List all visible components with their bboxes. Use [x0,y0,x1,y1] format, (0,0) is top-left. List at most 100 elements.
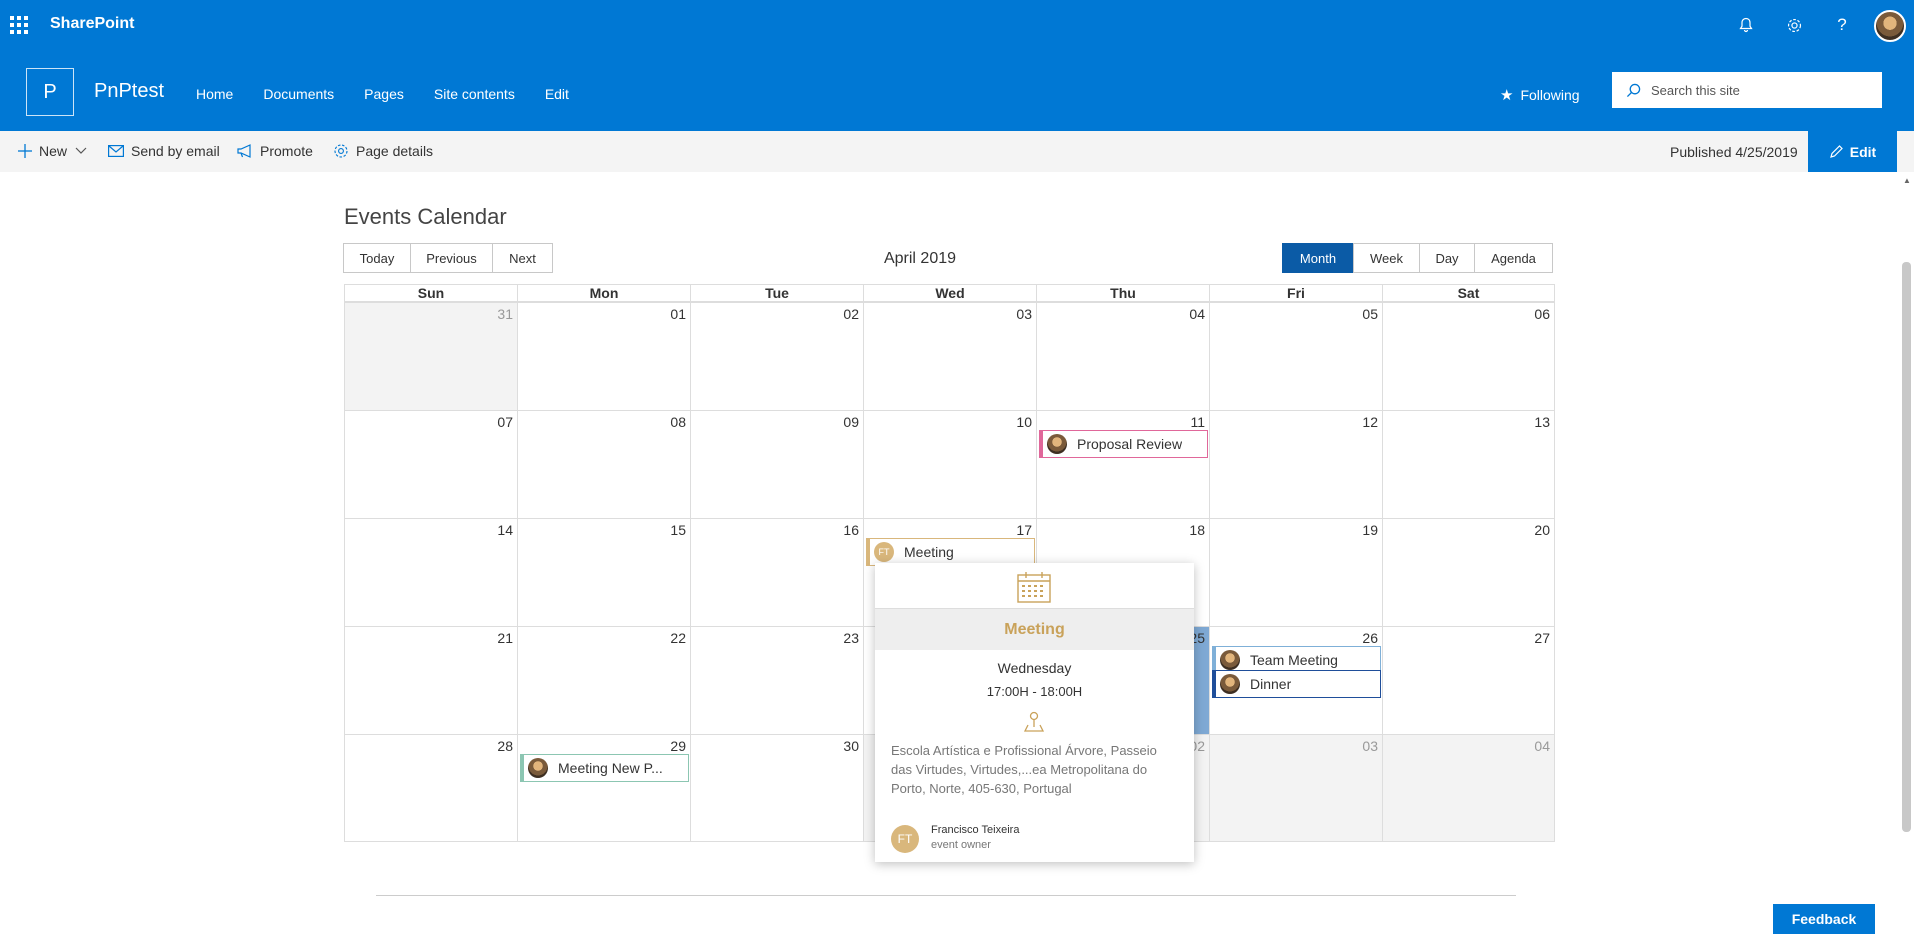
day-number: 19 [1362,522,1378,538]
view-week-button[interactable]: Week [1353,243,1420,273]
nav-home[interactable]: Home [196,86,233,102]
calendar-day-cell[interactable]: 21 [344,626,517,734]
search-box[interactable] [1612,72,1882,108]
calendar-day-cell[interactable]: 28 [344,734,517,842]
weekday-header: Sun Mon Tue Wed Thu Fri Sat [344,284,1556,302]
weekday-wed: Wed [863,284,1036,302]
calendar-day-cell[interactable]: 08 [517,410,690,518]
nav-site-contents[interactable]: Site contents [434,86,515,102]
calendar-day-cell[interactable]: 22 [517,626,690,734]
day-number: 12 [1362,414,1378,430]
calendar-event[interactable]: FT Meeting [866,538,1035,566]
search-icon [1626,83,1641,97]
day-number: 08 [670,414,686,430]
suite-bar: SharePoint ? [0,0,1914,50]
day-number: 13 [1534,414,1550,430]
site-title[interactable]: PnPtest [94,80,164,103]
nav-documents[interactable]: Documents [263,86,334,102]
nav-pages[interactable]: Pages [364,86,404,102]
day-number: 05 [1362,306,1378,322]
search-input[interactable] [1651,82,1861,98]
calendar-event[interactable]: Proposal Review [1039,430,1208,458]
calendar-day-cell[interactable]: 15 [517,518,690,626]
calendar-day-cell[interactable]: 06 [1382,302,1555,410]
day-number: 10 [1016,414,1032,430]
weekday-mon: Mon [517,284,690,302]
calendar-day-cell[interactable]: 09 [690,410,863,518]
calendar-day-cell[interactable]: 23 [690,626,863,734]
calendar-day-cell[interactable]: 12 [1209,410,1382,518]
calendar-event[interactable]: Dinner [1212,670,1381,698]
star-icon: ★ [1500,87,1514,104]
calendar-month-label: April 2019 [883,250,957,267]
previous-button[interactable]: Previous [410,243,493,273]
feedback-button[interactable]: Feedback [1773,904,1875,934]
calendar-day-cell[interactable]: 13 [1382,410,1555,518]
calendar-day-cell[interactable]: 04 [1382,734,1555,842]
today-button[interactable]: Today [343,243,411,273]
new-label: New [39,143,68,159]
view-agenda-button[interactable]: Agenda [1474,243,1553,273]
send-label: Send by email [131,143,220,159]
calendar-day-cell[interactable]: 01 [517,302,690,410]
calendar-day-cell[interactable]: 29 Meeting New P... [517,734,690,842]
calendar-day-cell[interactable]: 03 [863,302,1036,410]
calendar-day-cell[interactable]: 27 [1382,626,1555,734]
app-name[interactable]: SharePoint [50,15,134,33]
calendar-view-group: Month Week Day Agenda [1282,243,1553,273]
calendar-day-cell[interactable]: 19 [1209,518,1382,626]
day-number: 16 [843,522,859,538]
user-avatar[interactable] [1874,10,1906,42]
calendar-day-cell[interactable]: 11 Proposal Review [1036,410,1209,518]
calendar-nav-group: Today Previous Next [343,243,553,273]
calendar-title: Events Calendar [344,204,507,229]
calendar-day-cell[interactable]: 07 [344,410,517,518]
help-icon[interactable]: ? [1829,12,1855,38]
gear-icon[interactable] [1781,12,1807,38]
day-number: 03 [1362,738,1378,754]
day-number: 20 [1534,522,1550,538]
calendar-day-cell[interactable]: 26 Team Meeting Dinner [1209,626,1382,734]
new-button[interactable]: New [18,143,94,159]
calendar-day-cell[interactable]: 31 [344,302,517,410]
view-month-button[interactable]: Month [1282,243,1354,273]
send-by-email-button[interactable]: Send by email [108,143,220,159]
command-bar: New Send by email Promote Page details P… [0,131,1914,172]
plus-icon [18,144,32,158]
page-details-button[interactable]: Page details [333,143,433,159]
calendar-day-cell[interactable]: 02 [690,302,863,410]
pencil-icon [1829,144,1843,158]
following-button[interactable]: ★ Following [1500,86,1580,104]
view-day-button[interactable]: Day [1419,243,1475,273]
weekday-thu: Thu [1036,284,1209,302]
event-title: Meeting New P... [558,760,663,776]
waffle-icon[interactable] [10,16,28,34]
megaphone-icon [237,144,251,158]
promote-button[interactable]: Promote [237,143,313,159]
bell-icon[interactable] [1733,12,1759,38]
calendar-day-cell[interactable]: 16 [690,518,863,626]
nav-edit[interactable]: Edit [545,86,569,102]
popup-day: Wednesday [997,660,1072,676]
calendar-day-cell[interactable]: 03 [1209,734,1382,842]
calendar-day-cell[interactable]: 20 [1382,518,1555,626]
calendar-event[interactable]: Meeting New P... [520,754,689,782]
weekday-fri: Fri [1209,284,1382,302]
calendar-day-cell[interactable]: 30 [690,734,863,842]
scrollbar-thumb[interactable] [1902,262,1911,832]
day-number: 14 [497,522,513,538]
next-button[interactable]: Next [492,243,553,273]
calendar-day-cell[interactable]: 05 [1209,302,1382,410]
event-owner-avatar [528,758,548,778]
day-number: 11 [1190,414,1205,430]
scroll-up-icon[interactable]: ▲ [1903,176,1911,185]
edit-button[interactable]: Edit [1808,131,1897,172]
day-number: 29 [670,738,686,754]
calendar-day-cell[interactable]: 14 [344,518,517,626]
day-number: 18 [1189,522,1205,538]
site-logo[interactable]: P [26,68,74,116]
calendar-day-cell[interactable]: 10 [863,410,1036,518]
popup-owner-avatar: FT [891,825,919,853]
calendar-day-cell[interactable]: 04 [1036,302,1209,410]
chevron-down-icon [75,147,87,154]
